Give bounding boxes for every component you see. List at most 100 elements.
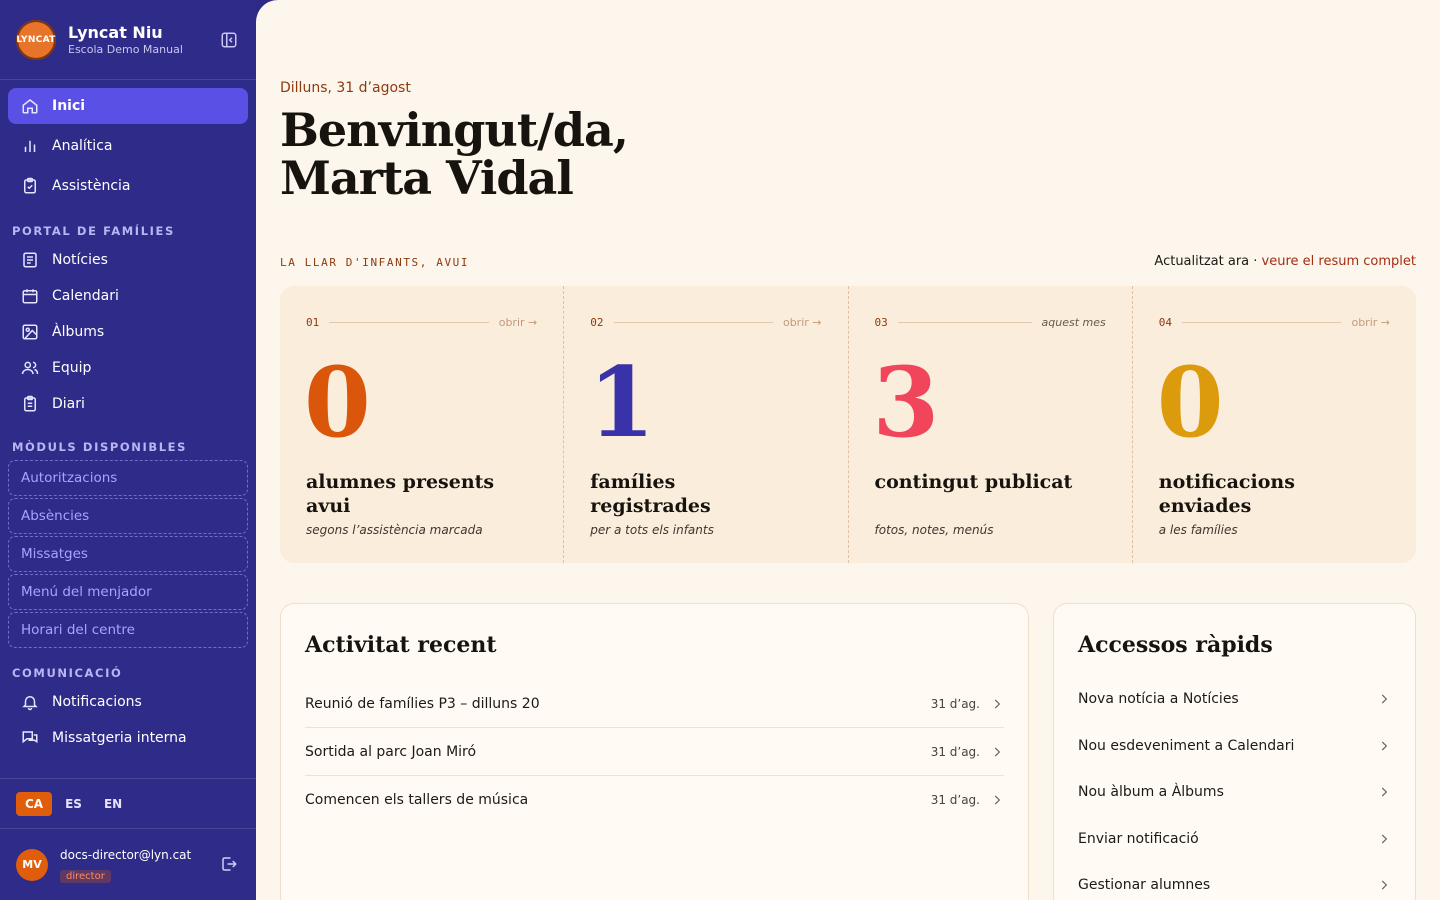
stat-card-families: 02 obrir → 1 famílies registrades per a … <box>564 286 849 563</box>
stat-title: alumnes presents avui <box>306 471 495 517</box>
updated-text: Actualitzat ara · <box>1154 254 1262 269</box>
sidebar-item-label: Assistència <box>52 178 131 194</box>
module-horari-centre[interactable]: Horari del centre <box>8 612 248 648</box>
stat-period-label: aquest mes <box>1041 316 1106 329</box>
sidebar-item-diari[interactable]: Diari <box>8 388 248 420</box>
sidebar-item-albums[interactable]: Àlbums <box>8 316 248 348</box>
quick-link-new-event[interactable]: Nou esdeveniment a Calendari <box>1078 723 1391 770</box>
sidebar-item-equip[interactable]: Equip <box>8 352 248 384</box>
sidebar-item-assistencia[interactable]: Assistència <box>8 168 248 204</box>
activity-text: Sortida al parc Joan Miró <box>305 743 477 760</box>
home-icon <box>20 96 40 116</box>
lang-en-button[interactable]: EN <box>95 792 131 816</box>
list-item[interactable]: Sortida al parc Joan Miró 31 d’ag. <box>305 728 1004 776</box>
stat-subtitle: segons l’assistència marcada <box>306 523 483 537</box>
welcome-line-1: Benvingut/da, <box>280 103 629 157</box>
stat-head: 03 aquest mes <box>875 316 1106 329</box>
stat-number: 01 <box>306 316 320 329</box>
stat-value: 0 <box>1156 346 1224 459</box>
chevron-right-icon <box>1377 785 1391 799</box>
quick-link-label: Nou àlbum a Àlbums <box>1078 784 1224 801</box>
quick-link-manage-students[interactable]: Gestionar alumnes <box>1078 862 1391 900</box>
role-badge: director <box>60 870 111 883</box>
sidebar-item-calendari[interactable]: Calendari <box>8 280 248 312</box>
stat-open-link[interactable]: obrir → <box>783 316 822 329</box>
chevron-right-icon <box>1377 739 1391 753</box>
stat-head: 02 obrir → <box>590 316 821 329</box>
chevron-right-icon <box>990 697 1004 711</box>
quick-link-label: Gestionar alumnes <box>1078 877 1211 894</box>
chevron-right-icon <box>990 793 1004 807</box>
sidebar-item-missatgeria[interactable]: Missatgeria interna <box>8 722 248 754</box>
activity-text: Comencen els tallers de música <box>305 792 529 808</box>
recent-activity-card: Activitat recent Reunió de famílies P3 –… <box>280 603 1029 900</box>
sidebar-item-inici[interactable]: Inici <box>8 88 248 124</box>
logout-icon[interactable] <box>220 855 240 875</box>
sidebar-collapse-icon[interactable] <box>218 29 240 51</box>
chevron-right-icon <box>1377 692 1391 706</box>
stat-head: 04 obrir → <box>1159 316 1390 329</box>
activity-date: 31 d’ag. <box>930 744 980 759</box>
section-title-communication: COMUNICACIÓ <box>12 666 123 680</box>
image-icon <box>20 322 40 342</box>
stat-card-content: 03 aquest mes 3 contingut publicat fotos… <box>849 286 1133 563</box>
user-panel: MV docs-director@lyn.cat director <box>0 828 256 900</box>
quick-access-list: Nova notícia a Notícies Nou esdeveniment… <box>1078 676 1391 900</box>
activity-date: 31 d’ag. <box>930 696 980 711</box>
stat-card-notifications: 04 obrir → 0 notificacions enviades a le… <box>1133 286 1416 563</box>
quick-link-new-news[interactable]: Nova notícia a Notícies <box>1078 676 1391 723</box>
stat-card-students: 01 obrir → 0 alumnes presents avui segon… <box>280 286 565 563</box>
module-autoritzacions[interactable]: Autoritzacions <box>8 460 248 496</box>
quick-link-label: Enviar notificació <box>1078 830 1199 847</box>
sidebar: LYNCAT Lyncat Niu Escola Demo Manual Ini… <box>0 0 256 900</box>
welcome-line-2: Marta Vidal <box>280 151 574 205</box>
quick-link-label: Nou esdeveniment a Calendari <box>1078 737 1295 754</box>
stat-open-link[interactable]: obrir → <box>1351 316 1390 329</box>
full-summary-link[interactable]: veure el resum complet <box>1262 254 1416 269</box>
stat-title: contingut publicat <box>874 471 1073 493</box>
stat-divider <box>1182 322 1342 323</box>
stat-open-link[interactable]: obrir → <box>499 316 538 329</box>
module-absencies[interactable]: Absències <box>8 498 248 534</box>
sidebar-nav: Inici Analítica Assistència PORTAL DE FA… <box>0 80 256 754</box>
main-content: Dilluns, 31 d’agost Benvingut/da, Marta … <box>256 0 1440 900</box>
sidebar-item-label: Notícies <box>52 252 108 268</box>
section-title-families: PORTAL DE FAMÍLIES <box>12 224 175 238</box>
sidebar-item-label: Inici <box>52 98 86 114</box>
sidebar-item-label: Diari <box>52 396 85 412</box>
quick-link-send-notification[interactable]: Enviar notificació <box>1078 816 1391 863</box>
bell-icon <box>20 692 40 712</box>
today-section-label: LA LLAR D'INFANTS, AVUI <box>280 256 470 269</box>
brand-subtitle: Escola Demo Manual <box>68 42 183 56</box>
sidebar-item-analitica[interactable]: Analítica <box>8 128 248 164</box>
lang-ca-button[interactable]: CA <box>16 791 53 816</box>
stat-divider <box>897 322 1032 323</box>
quick-link-new-album[interactable]: Nou àlbum a Àlbums <box>1078 769 1391 816</box>
lyncat-logo: LYNCAT <box>16 19 56 60</box>
language-switcher: CA ES EN <box>0 778 256 828</box>
chevron-right-icon <box>1377 878 1391 892</box>
sidebar-item-noticies[interactable]: Notícies <box>8 244 248 276</box>
sidebar-item-label: Calendari <box>52 288 119 304</box>
recent-activity-title: Activitat recent <box>305 632 497 658</box>
list-item[interactable]: Reunió de famílies P3 – dilluns 20 31 d’… <box>305 680 1004 728</box>
stat-head: 01 obrir → <box>306 316 537 329</box>
list-item[interactable]: Comencen els tallers de música 31 d’ag. <box>305 776 1004 824</box>
sidebar-item-label: Notificacions <box>52 694 142 710</box>
stat-number: 02 <box>590 316 604 329</box>
module-missatges[interactable]: Missatges <box>8 536 248 572</box>
sidebar-item-label: Equip <box>52 360 92 376</box>
stat-subtitle: fotos, notes, menús <box>874 523 994 537</box>
stat-number: 04 <box>1158 316 1172 329</box>
avatar[interactable]: MV <box>16 848 48 881</box>
calendar-icon <box>20 286 40 306</box>
sidebar-item-notificacions[interactable]: Notificacions <box>8 686 248 718</box>
lang-es-button[interactable]: ES <box>56 792 91 816</box>
stat-title: notificacions enviades <box>1158 471 1295 517</box>
module-menu-menjador[interactable]: Menú del menjador <box>8 574 248 610</box>
brand-header: LYNCAT Lyncat Niu Escola Demo Manual <box>0 0 256 80</box>
brand-title: Lyncat Niu <box>68 22 163 42</box>
updated-status: Actualitzat ara · veure el resum complet <box>1154 254 1416 269</box>
activity-date: 31 d’ag. <box>930 793 980 807</box>
chat-icon <box>20 728 40 748</box>
